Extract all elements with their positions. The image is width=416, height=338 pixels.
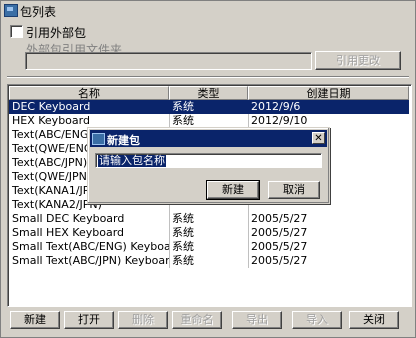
cell-type: 系统	[172, 114, 194, 127]
new-button[interactable]: 新建	[10, 311, 60, 329]
cell-type: 系统	[172, 212, 194, 225]
dialog-app-icon	[92, 133, 105, 145]
window-title: 包列表	[20, 5, 57, 19]
cell-type: 系统	[172, 226, 194, 239]
import-button[interactable]: 导入	[292, 311, 342, 329]
close-button[interactable]: 关闭	[349, 311, 399, 329]
new-package-dialog: 新建包 ✕ 请输入包名称 新建 取消	[87, 127, 330, 204]
delete-button[interactable]: 删除	[118, 311, 168, 329]
table-header: 名称 类型 创建日期	[9, 86, 409, 100]
export-button[interactable]: 导出	[232, 311, 282, 329]
cell-name: Small Text(ABC/JPN) Keyboard	[12, 254, 169, 267]
package-name-input[interactable]: 请输入包名称	[95, 153, 322, 168]
column-header-type[interactable]: 类型	[169, 86, 248, 100]
column-header-name[interactable]: 名称	[9, 86, 169, 100]
package-name-text: 请输入包名称	[98, 154, 166, 167]
cell-type: 系统	[172, 254, 194, 267]
close-icon[interactable]: ✕	[312, 132, 325, 144]
dialog-cancel-button[interactable]: 取消	[268, 181, 320, 199]
table-row[interactable]: Small Text(ABC/JPN) Keyboard 系统 2005/5/27	[9, 254, 409, 268]
table-row[interactable]: HEX Keyboard 系统 2012/9/10	[9, 114, 409, 128]
external-package-checkbox[interactable]	[10, 25, 23, 38]
title-bar: 包列表	[1, 1, 415, 19]
separator	[7, 76, 409, 78]
cell-date: 2005/5/27	[251, 254, 308, 267]
package-list-window: 包列表 引用外部包 外部包引用文件夹 引用更改 名称 类型 创建日期 DEC K…	[0, 0, 416, 338]
dialog-title: 新建包	[107, 134, 140, 147]
rename-button[interactable]: 重命名	[172, 311, 222, 329]
app-icon	[4, 4, 18, 17]
cell-date: 2005/5/27	[251, 226, 308, 239]
column-header-date[interactable]: 创建日期	[248, 86, 409, 100]
cell-date: 2005/5/27	[251, 240, 308, 253]
cell-name: Small Text(ABC/ENG) Keyboard	[12, 240, 169, 253]
cell-type: 系统	[172, 100, 194, 113]
external-package-label: 引用外部包	[26, 26, 87, 40]
cell-type: 系统	[172, 240, 194, 253]
table-row[interactable]: Small HEX Keyboard 系统 2005/5/27	[9, 226, 409, 240]
dialog-title-bar: 新建包 ✕	[90, 130, 327, 147]
dialog-new-button[interactable]: 新建	[206, 180, 260, 200]
cell-name: DEC Keyboard	[12, 100, 91, 113]
cell-date: 2005/5/27	[251, 212, 308, 225]
open-button[interactable]: 打开	[64, 311, 114, 329]
table-row[interactable]: Small DEC Keyboard 系统 2005/5/27	[9, 212, 409, 226]
apply-reference-button[interactable]: 引用更改	[315, 51, 401, 70]
table-row[interactable]: Small Text(ABC/ENG) Keyboard 系统 2005/5/27	[9, 240, 409, 254]
external-folder-input[interactable]	[25, 52, 312, 70]
cell-date: 2012/9/10	[251, 114, 308, 127]
cell-name: Small DEC Keyboard	[12, 212, 125, 225]
cell-date: 2012/9/6	[251, 100, 301, 113]
cell-name: HEX Keyboard	[12, 114, 90, 127]
cell-name: Small HEX Keyboard	[12, 226, 125, 239]
table-row[interactable]: DEC Keyboard 系统 2012/9/6	[9, 100, 409, 114]
